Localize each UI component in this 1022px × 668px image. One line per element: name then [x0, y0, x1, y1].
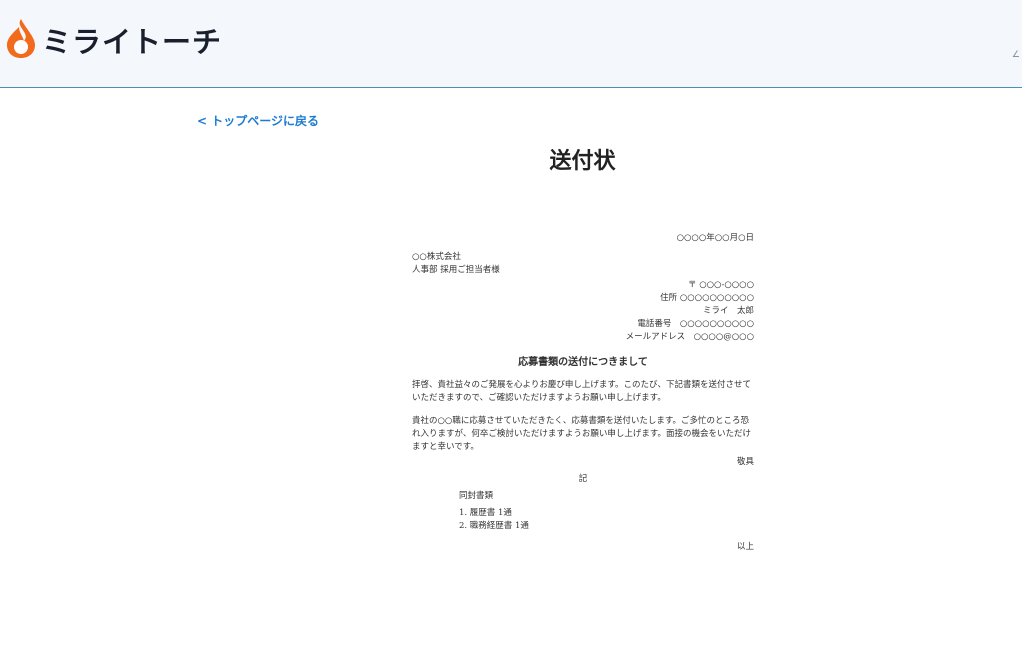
sender-name: ミライ 太郎	[702, 306, 754, 316]
letter-paragraph-2: 貴社の○○職に応募させていただきたく、応募書類を送付いたします。ご多忙のところ恐…	[412, 416, 751, 452]
sender-address: 住所 ○○○○○○○○○○	[660, 293, 754, 303]
page-title: 送付状	[549, 149, 616, 174]
letter-closing: 敬具	[736, 457, 754, 467]
enclosed-heading: 同封書類	[459, 491, 494, 501]
letter-end: 以上	[736, 542, 754, 552]
sender-postal: 〒 ○○○-○○○○	[688, 280, 754, 290]
site-logo[interactable]: ミライトーチ	[4, 17, 222, 63]
edge-mark: ∠	[1011, 50, 1020, 60]
letter-paragraph-1: 拝啓、貴社益々のご発展を心よりお慶び申し上げます。このたび、下記書類を送付させて…	[412, 380, 751, 403]
letter-subject: 応募書類の送付につきまして	[518, 357, 648, 368]
back-to-top-link[interactable]: < トップページに戻る	[197, 112, 319, 129]
flame-icon	[4, 17, 38, 63]
site-header: ミライトーチ ∠	[0, 0, 1022, 88]
recipient-block: ○○株式会社 人事部 採用ご担当者様	[412, 251, 754, 277]
enclosed-documents: 同封書類 1. 履歴書 1通 2. 職務経歴書 1通	[459, 490, 754, 533]
sender-phone: 電話番号 ○○○○○○○○○○	[637, 319, 754, 329]
recipient-person: 人事部 採用ご担当者様	[412, 265, 500, 275]
enclosed-item: 1. 履歴書 1通	[459, 508, 512, 518]
enclosed-item: 2. 職務経歴書 1通	[459, 521, 529, 531]
sender-email: メールアドレス ○○○○@○○○	[625, 332, 754, 342]
cover-letter-sample: ○○○○年○○月○日 ○○株式会社 人事部 採用ご担当者様 〒 ○○○-○○○○…	[412, 232, 754, 563]
letter-date: ○○○○年○○月○日	[676, 233, 754, 243]
sender-block: 〒 ○○○-○○○○ 住所 ○○○○○○○○○○ ミライ 太郎 電話番号 ○○○…	[412, 279, 754, 344]
recipient-company: ○○株式会社	[412, 252, 461, 262]
letter-ki: 記	[578, 474, 588, 484]
logo-text: ミライトーチ	[42, 25, 223, 59]
